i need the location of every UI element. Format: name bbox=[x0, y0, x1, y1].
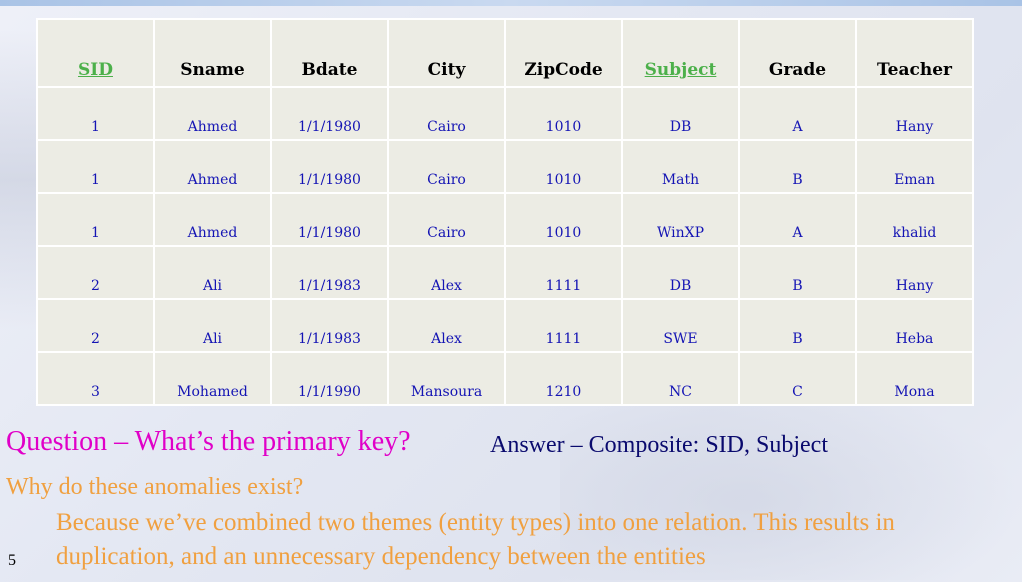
table-cell-sname: Ahmed bbox=[153, 86, 272, 141]
table-cell-subject: Math bbox=[621, 139, 740, 194]
column-header-sid: SID bbox=[36, 18, 155, 88]
table-cell-teacher: khalid bbox=[855, 192, 974, 247]
column-header-city: City bbox=[387, 18, 506, 88]
table-cell-teacher: Mona bbox=[855, 351, 974, 406]
top-bar bbox=[0, 0, 1022, 6]
table-cell-teacher: Eman bbox=[855, 139, 974, 194]
table-cell-bdate: 1/1/1980 bbox=[270, 139, 389, 194]
table-cell-sname: Mohamed bbox=[153, 351, 272, 406]
table-cell-city: Cairo bbox=[387, 86, 506, 141]
table-cell-sid: 1 bbox=[36, 192, 155, 247]
table-cell-grade: A bbox=[738, 86, 857, 141]
answer-text: Answer – Composite: SID, Subject bbox=[490, 432, 828, 458]
table-cell-bdate: 1/1/1983 bbox=[270, 245, 389, 300]
table-cell-sname: Ali bbox=[153, 245, 272, 300]
table-row: 1 Ahmed 1/1/1980 Cairo 1010 Math B Eman bbox=[36, 139, 974, 194]
table-row: 2 Ali 1/1/1983 Alex 1111 DB B Hany bbox=[36, 245, 974, 300]
table-row: 1 Ahmed 1/1/1980 Cairo 1010 WinXP Akhalid bbox=[36, 192, 974, 247]
why-text: Why do these anomalies exist? bbox=[6, 474, 304, 500]
table-cell-subject: DB bbox=[621, 245, 740, 300]
table-cell-city: Alex bbox=[387, 245, 506, 300]
because-text: Because we’ve combined two themes (entit… bbox=[56, 509, 895, 570]
table-cell-grade: B bbox=[738, 139, 857, 194]
table-cell-bdate: 1/1/1980 bbox=[270, 192, 389, 247]
table-cell-sname: Ahmed bbox=[153, 139, 272, 194]
table-cell-zipcode: 1111 bbox=[504, 245, 623, 300]
table-cell-subject: DB bbox=[621, 86, 740, 141]
table-cell-bdate: 1/1/1990 bbox=[270, 351, 389, 406]
table-cell-zipcode: 1210 bbox=[504, 351, 623, 406]
table-cell-sname: Ali bbox=[153, 298, 272, 353]
table-cell-zipcode: 1010 bbox=[504, 139, 623, 194]
table-cell-sid: 1 bbox=[36, 86, 155, 141]
table-header-row: SID Sname Bdate City ZipCode Subject Grade Teac… bbox=[36, 18, 974, 88]
column-header-teacher: Teacher bbox=[855, 18, 974, 88]
column-header-grade: Grade bbox=[738, 18, 857, 88]
table-cell-city: Cairo bbox=[387, 139, 506, 194]
table-cell-subject: WinXP bbox=[621, 192, 740, 247]
table-cell-sid: 2 bbox=[36, 245, 155, 300]
data-table: SID Sname Bdate City ZipCode Subject Grade Teac… bbox=[36, 18, 974, 406]
table-row: 1 Ahmed 1/1/1980 Cairo 1010 DB A Hany bbox=[36, 86, 974, 141]
column-header-subject: Subject bbox=[621, 18, 740, 88]
table-body: 1 Ahmed 1/1/1980 Cairo 1010 DB A Hany 1 Ahmed 1/1/… bbox=[36, 86, 974, 406]
table-cell-teacher: Heba bbox=[855, 298, 974, 353]
table-cell-teacher: Hany bbox=[855, 86, 974, 141]
table-cell-city: Alex bbox=[387, 298, 506, 353]
table-cell-grade: C bbox=[738, 351, 857, 406]
table-cell-grade: B bbox=[738, 298, 857, 353]
column-header-bdate: Bdate bbox=[270, 18, 389, 88]
table-row: 2 Ali 1/1/1983 Alex 1111 SWE B Heba bbox=[36, 298, 974, 353]
column-header-zipcode: ZipCode bbox=[504, 18, 623, 88]
question-text: Question – What’s the primary key? bbox=[6, 426, 411, 457]
table-cell-sid: 3 bbox=[36, 351, 155, 406]
table-cell-city: Cairo bbox=[387, 192, 506, 247]
table-cell-bdate: 1/1/1980 bbox=[270, 86, 389, 141]
table-cell-teacher: Hany bbox=[855, 245, 974, 300]
table-cell-zipcode: 1010 bbox=[504, 192, 623, 247]
table-cell-zipcode: 1111 bbox=[504, 298, 623, 353]
table-cell-bdate: 1/1/1983 bbox=[270, 298, 389, 353]
table-row: 3 Mohamed 1/1/1990 Mansoura 1210 NC C Mona bbox=[36, 351, 974, 406]
table-cell-grade: A bbox=[738, 192, 857, 247]
table-cell-city: Mansoura bbox=[387, 351, 506, 406]
table-cell-sname: Ahmed bbox=[153, 192, 272, 247]
table-cell-sid: 2 bbox=[36, 298, 155, 353]
slide-number: 5 bbox=[8, 552, 16, 569]
table-cell-subject: NC bbox=[621, 351, 740, 406]
column-header-sname: Sname bbox=[153, 18, 272, 88]
table-cell-grade: B bbox=[738, 245, 857, 300]
table-cell-sid: 1 bbox=[36, 139, 155, 194]
table-cell-zipcode: 1010 bbox=[504, 86, 623, 141]
table-cell-subject: SWE bbox=[621, 298, 740, 353]
